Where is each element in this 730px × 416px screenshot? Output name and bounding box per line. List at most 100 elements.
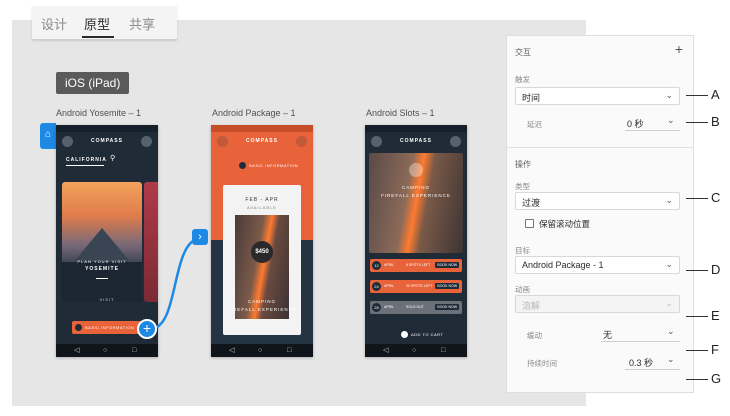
animation-label: 动画 [515,285,530,294]
chevron-down-icon: ⌄ [665,90,673,100]
book-now-button[interactable]: BOOK NOW [435,262,459,268]
slot-day: 28 [372,303,381,312]
slot-month: APRIL [384,284,395,288]
slot-day: 24 [372,282,381,291]
slot-status: 20 SPOTS LEFT [406,284,433,288]
callout-a: A [711,87,720,102]
callout-e: E [711,308,720,323]
easing-value[interactable]: 无 [603,328,612,341]
preserve-scroll-label: 保留滚动位置 [539,219,591,229]
add-wire-handle-icon[interactable]: + [137,319,157,339]
package-card: FEB - APR AVAILABLE $450 CAMPING FIREFAL… [223,185,301,335]
recents-icon: □ [132,347,137,354]
section-divider [507,147,693,148]
app-bar: COMPASS [365,132,467,152]
artboard-package[interactable]: COMPASS BASIC INFORMATION FEB - APR AVAI… [211,125,313,357]
animation-select[interactable]: 溶解 ⌄ [515,295,680,313]
duration-value[interactable]: 0.3 秒 [629,356,653,369]
callout-line-d [686,270,708,271]
delay-label: 延迟 [527,120,542,129]
slot-row[interactable]: 24 APRIL 20 SPOTS LEFT BOOK NOW [370,280,462,293]
cart-icon [401,331,408,338]
caption-line-1: CAMPING [247,299,276,304]
price-badge: $450 [251,241,273,263]
search-icon [141,136,152,147]
card-divider [96,278,108,279]
tab-share[interactable]: 共享 [129,14,155,33]
destination-label: 目标 [515,246,530,255]
delay-chevron-down-icon[interactable]: ⌄ [667,115,675,126]
app-bar: COMPASS [56,132,158,152]
delay-underline [625,130,680,131]
status-bar [365,125,467,132]
callout-line-g [686,379,708,380]
search-small-icon: ⚲ [110,155,116,162]
device-preview-badge[interactable]: iOS (iPad) [56,72,130,94]
wire-target-arrow-icon[interactable]: › [192,229,208,245]
trigger-select[interactable]: 时间 ⌄ [515,87,680,105]
easing-label: 缓动 [527,331,542,340]
artboard-title-package[interactable]: Android Package – 1 [212,108,296,118]
type-select[interactable]: 过渡 ⌄ [515,192,680,210]
preserve-scroll-checkbox[interactable] [525,219,534,228]
slot-row[interactable]: 12 APRIL 6 SPOTS LEFT BOOK NOW [370,259,462,272]
book-now-button[interactable]: BOOK NOW [435,283,459,289]
duration-chevron-down-icon[interactable]: ⌄ [667,354,675,365]
slot-status: 6 SPOTS LEFT [406,263,431,267]
status-bar [211,125,313,132]
trigger-label: 触发 [515,75,530,84]
interaction-panel: 交互 + 触发 时间 ⌄ 延迟 0 秒 ⌄ 操作 类型 过渡 ⌄ 保留滚动位置 … [506,35,694,393]
location-label: CALIFORNIA [66,157,107,163]
destination-value: Android Package - 1 [522,260,604,270]
easing-underline [601,341,680,342]
slots-hero-image: CAMPING FIREFALL EXPERIENCE [369,153,463,253]
availability-label: AVAILABLE [247,205,277,210]
callout-line-a [686,95,708,96]
home-icon: ○ [412,347,417,354]
callout-line-b [686,122,708,123]
artboard-slots[interactable]: COMPASS CAMPING FIREFALL EXPERIENCE 12 A… [365,125,467,357]
type-value: 过渡 [522,198,541,208]
yosemite-card-image: PLAN YOUR VISIT YOSEMITE [62,182,142,302]
caption-line-2: FIREFALL EXPERIENCE [227,307,297,312]
artboard-title-slots[interactable]: Android Slots – 1 [366,108,435,118]
recents-icon: □ [287,347,292,354]
basic-info-label: BASIC INFORMATION [249,163,299,168]
add-interaction-icon[interactable]: + [675,41,683,57]
hero-line-2: FIREFALL EXPERIENCE [381,193,451,198]
chevron-down-icon: ⌄ [665,195,673,205]
slot-status: SOLD OUT [406,305,424,309]
search-icon [450,136,461,147]
android-nav-bar: ◁ ○ □ [365,344,467,357]
app-bar: COMPASS [211,132,313,152]
android-nav-bar: ◁ ○ □ [211,344,313,357]
book-now-button[interactable]: BOOK NOW [435,304,459,310]
destination-select[interactable]: Android Package - 1 ⌄ [515,256,680,274]
basic-information-label: BASIC INFORMATION [85,325,135,330]
home-flow-icon[interactable]: ⌂ [40,123,56,149]
type-label: 类型 [515,182,530,191]
slot-month: APRIL [384,305,395,309]
add-to-cart-label[interactable]: ADD TO CART [411,332,443,337]
duration-underline [625,369,680,370]
basic-information-button[interactable]: BASIC INFORMATION [72,321,142,334]
status-bar [56,125,158,132]
mode-tabbar: 设计 原型 共享 [32,6,177,40]
callout-line-c [686,198,708,199]
easing-chevron-down-icon[interactable]: ⌄ [667,326,675,337]
info-dot-icon [239,162,246,169]
callout-d: D [711,262,721,277]
animation-value: 溶解 [522,301,541,311]
slot-row[interactable]: 28 APRIL SOLD OUT BOOK NOW [370,301,462,314]
basic-info-chip[interactable]: BASIC INFORMATION [239,161,298,171]
tab-design[interactable]: 设计 [41,14,67,33]
delay-value[interactable]: 0 秒 [627,117,644,130]
season-label: FEB - APR [245,197,279,203]
xd-prototype-window: 设计 原型 共享 iOS (iPad) Android Yosemite – 1… [0,0,730,416]
tab-prototype[interactable]: 原型 [84,14,110,33]
artboard-title-yosemite[interactable]: Android Yosemite – 1 [56,108,141,118]
back-icon: ◁ [74,347,80,354]
slot-month: APRIL [384,263,395,267]
panel-heading: 交互 [515,48,531,57]
chevron-down-icon: ⌄ [665,298,673,308]
